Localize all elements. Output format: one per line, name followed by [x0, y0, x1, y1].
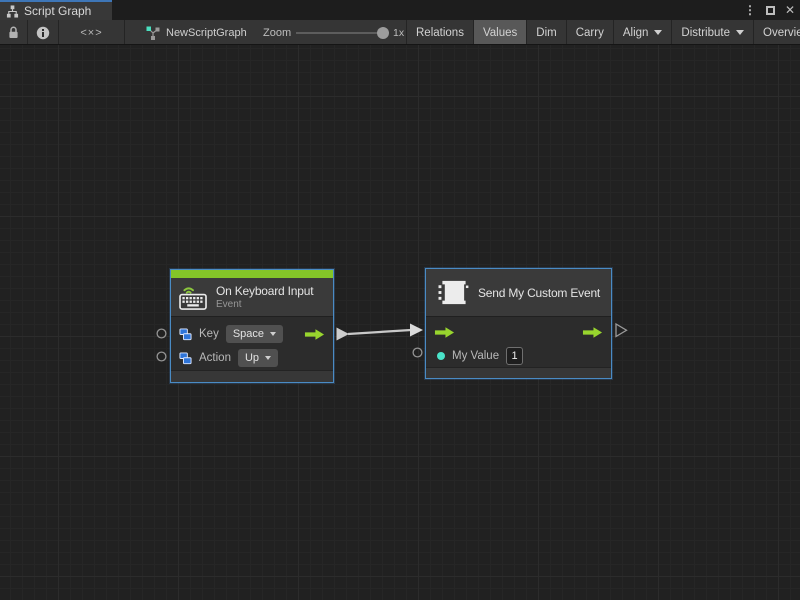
zoom-slider-track[interactable] — [296, 32, 388, 34]
menu-icon[interactable]: ⋮ — [744, 4, 756, 16]
graph-toolbar: <×> NewScriptGraph Zoom 1x Relations Val… — [0, 20, 800, 45]
info-icon — [36, 26, 50, 40]
node-body: Key Space Action Up — [171, 316, 333, 370]
graph-name: NewScriptGraph — [166, 27, 247, 39]
close-icon[interactable]: ✕ — [785, 4, 795, 16]
port-label-action: Action — [199, 352, 231, 364]
node-footer — [171, 370, 333, 382]
chevron-down-icon — [265, 356, 271, 360]
maximize-icon[interactable] — [766, 6, 775, 15]
code-view-button[interactable]: <×> — [59, 20, 125, 45]
zoom-label: Zoom — [263, 20, 291, 45]
node-body: My Value 1 — [426, 316, 611, 367]
overview-button[interactable]: Overview — [753, 20, 800, 45]
dim-button[interactable]: Dim — [526, 20, 565, 45]
graph-asset-icon — [146, 26, 160, 40]
toolbar-left-group: <×> — [0, 20, 125, 45]
control-input-arrow-icon[interactable] — [434, 326, 455, 339]
lock-icon — [8, 26, 19, 39]
node-subtitle: Event — [216, 299, 313, 310]
my-value-input[interactable]: 1 — [506, 347, 523, 365]
node-footer — [426, 367, 611, 378]
key-dropdown[interactable]: Space — [226, 325, 283, 343]
graph-breadcrumb[interactable]: NewScriptGraph — [146, 20, 247, 45]
code-icon: <×> — [80, 27, 102, 39]
node-title: On Keyboard Input — [216, 284, 313, 298]
keyboard-icon — [179, 284, 208, 310]
port-row-control — [426, 319, 611, 345]
carry-button[interactable]: Carry — [566, 20, 613, 45]
node-header[interactable]: On Keyboard Input Event — [171, 278, 333, 316]
port-label-key: Key — [199, 328, 219, 340]
chevron-down-icon — [270, 332, 276, 336]
machine-icon — [437, 278, 470, 307]
window-controls: ⋮ ✕ — [744, 0, 795, 20]
chevron-down-icon — [654, 30, 662, 35]
align-button[interactable]: Align — [613, 20, 672, 45]
node-header[interactable]: Send My Custom Event — [426, 269, 611, 316]
node-on-keyboard-input[interactable]: On Keyboard Input Event Key Space — [170, 269, 334, 383]
variable-icon — [179, 328, 192, 341]
port-label-my-value: My Value — [452, 350, 499, 362]
tab-script-graph[interactable]: Script Graph — [0, 0, 112, 20]
value-port-dot-icon — [437, 352, 445, 360]
graph-canvas[interactable] — [0, 45, 800, 600]
control-output-arrow-icon[interactable] — [582, 326, 603, 339]
control-output-arrow-icon[interactable] — [304, 328, 325, 341]
action-dropdown[interactable]: Up — [238, 349, 278, 367]
values-button[interactable]: Values — [473, 20, 526, 45]
tab-bar: Script Graph ⋮ ✕ — [0, 0, 800, 20]
chevron-down-icon — [736, 30, 744, 35]
toolbar-right-group: Relations Values Dim Carry Align Distrib… — [406, 20, 800, 45]
node-title: Send My Custom Event — [478, 286, 600, 300]
relations-button[interactable]: Relations — [406, 20, 473, 45]
port-row-my-value: My Value 1 — [426, 345, 611, 367]
tab-label: Script Graph — [24, 4, 91, 18]
script-graph-window: Script Graph ⋮ ✕ — [0, 0, 800, 600]
hierarchy-icon — [6, 5, 19, 18]
zoom-value: 1x — [393, 20, 404, 45]
zoom-slider-handle[interactable] — [377, 27, 389, 39]
port-row-action: Action Up — [171, 347, 333, 369]
node-titles: On Keyboard Input Event — [216, 284, 313, 310]
variable-icon — [179, 352, 192, 365]
event-color-bar — [171, 270, 333, 278]
info-button[interactable] — [28, 20, 59, 45]
lock-button[interactable] — [0, 20, 28, 45]
distribute-button[interactable]: Distribute — [671, 20, 753, 45]
port-row-key: Key Space — [171, 321, 333, 347]
node-send-my-custom-event[interactable]: Send My Custom Event My Value 1 — [425, 268, 612, 379]
